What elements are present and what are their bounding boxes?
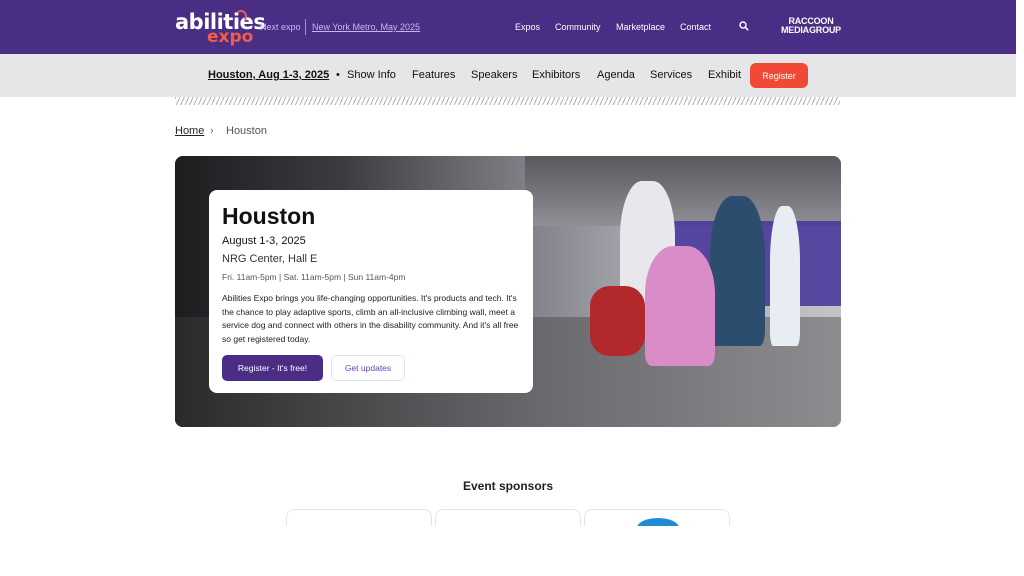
breadcrumb-home[interactable]: Home	[175, 125, 204, 137]
event-hours: Fri. 11am-5pm | Sat. 11am-5pm | Sun 11am…	[222, 272, 406, 282]
partner-logo-line2: MEDIAGROUP	[780, 25, 841, 35]
register-button[interactable]: Register	[750, 63, 808, 88]
event-description: Abilities Expo brings you life-changing …	[222, 293, 519, 344]
top-header: abilities expo Next expo New York Metro,…	[0, 0, 1016, 54]
decorative-hatch-divider	[175, 97, 840, 105]
hero-photo-person	[710, 196, 765, 346]
search-icon[interactable]	[739, 21, 749, 31]
event-date: August 1-3, 2025	[222, 235, 306, 247]
nav-community[interactable]: Community	[555, 22, 601, 32]
hero-photo-scooter	[590, 286, 645, 356]
raccoon-media-group-logo[interactable]: RACCOON MEDIAGROUP	[778, 17, 844, 35]
subnav-show-info[interactable]: Show Info	[347, 69, 396, 81]
register-free-button[interactable]: Register - It's free!	[222, 355, 323, 381]
logo-arc-icon	[235, 10, 247, 22]
hero-photo-child	[645, 246, 715, 366]
breadcrumb-current: Houston	[226, 125, 267, 137]
subnav-separator: •	[336, 69, 340, 81]
next-expo-link[interactable]: New York Metro, May 2025	[312, 22, 420, 32]
event-info-card: Houston August 1-3, 2025 NRG Center, Hal…	[209, 190, 533, 393]
subnav-exhibitors[interactable]: Exhibitors	[532, 69, 580, 81]
abilities-expo-logo[interactable]: abilities expo	[175, 8, 266, 47]
get-updates-button[interactable]: Get updates	[331, 355, 405, 381]
subnav-services[interactable]: Services	[650, 69, 692, 81]
event-title-link[interactable]: Houston, Aug 1-3, 2025	[208, 69, 329, 81]
next-expo-label: Next expo	[260, 22, 301, 32]
subnav-exhibit[interactable]: Exhibit	[708, 69, 741, 81]
nav-marketplace[interactable]: Marketplace	[616, 22, 665, 32]
event-title: Houston	[222, 203, 316, 229]
event-subnav: Houston, Aug 1-3, 2025 • Show Info Featu…	[0, 54, 1016, 97]
logo-word-expo: expo	[207, 27, 254, 47]
subnav-agenda[interactable]: Agenda	[597, 69, 635, 81]
page-bottom-crop	[0, 526, 1024, 576]
sponsors-heading: Event sponsors	[462, 479, 554, 493]
nav-contact[interactable]: Contact	[680, 22, 711, 32]
subnav-speakers[interactable]: Speakers	[471, 69, 517, 81]
subnav-features[interactable]: Features	[412, 69, 455, 81]
hero-photo-person	[770, 206, 800, 346]
breadcrumb-chevron-icon: ›	[210, 125, 214, 137]
header-divider	[305, 19, 306, 35]
event-venue: NRG Center, Hall E	[222, 253, 318, 265]
nav-expos[interactable]: Expos	[515, 22, 540, 32]
